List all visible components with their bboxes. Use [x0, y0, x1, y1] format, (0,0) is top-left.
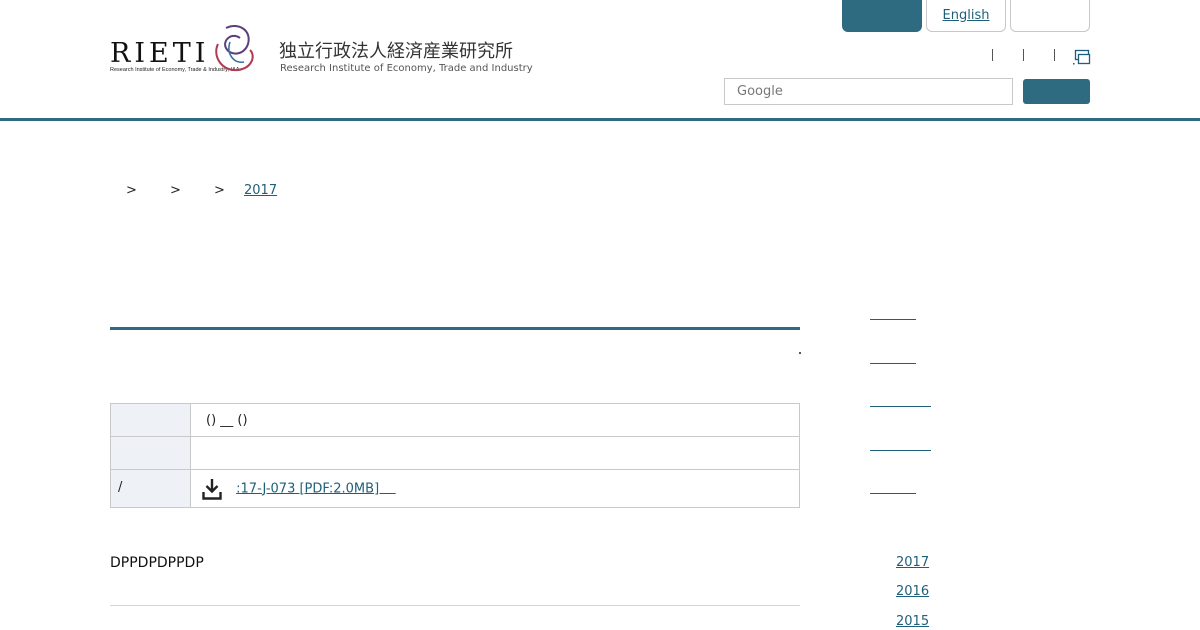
sidebar-link[interactable] — [870, 363, 916, 364]
logo-emblem-icon — [215, 25, 254, 72]
section-divider — [110, 605, 800, 606]
org-name-japanese: 独立行政法人経済産業研究所 — [279, 41, 513, 62]
year-link-2015[interactable]: 2015 — [896, 614, 929, 629]
year-link-2016[interactable]: 2016 — [896, 584, 929, 599]
rieti-logo[interactable]: RIETI Research Institute of Economy, Tra… — [108, 22, 258, 77]
utility-separator — [992, 49, 993, 61]
table-row: () __ () — [110, 403, 800, 437]
site-header: RIETI Research Institute of Economy, Tra… — [0, 0, 1200, 121]
table-row — [110, 436, 800, 470]
table-row: / :17-J-073 [PDF:2.0MB] — [110, 469, 800, 508]
table-header-cell — [110, 403, 191, 437]
sidebar-link[interactable] — [870, 450, 931, 451]
search-input[interactable] — [724, 78, 1013, 105]
pdf-download-link[interactable]: :17-J-073 [PDF:2.0MB] — [236, 481, 396, 496]
table-header-cell: / — [110, 469, 191, 508]
sidebar-link[interactable] — [870, 493, 916, 494]
table-header-cell — [110, 436, 191, 470]
year-link-2017[interactable]: 2017 — [896, 555, 929, 570]
utility-separator — [1054, 49, 1055, 61]
search-button[interactable] — [1023, 79, 1090, 104]
dot-mark — [799, 352, 801, 354]
breadcrumb-separator: > — [214, 183, 225, 198]
english-button[interactable]: English — [926, 0, 1006, 32]
logo-text: RIETI — [110, 38, 210, 69]
english-link[interactable]: English — [943, 8, 990, 23]
utility-separator — [1023, 49, 1024, 61]
paper-info-table: () __ () / :17-J-073 [PDF:2.0MB] — [110, 403, 800, 508]
breadcrumb-separator: > — [126, 183, 137, 198]
table-value-cell — [190, 436, 800, 470]
breadcrumb-year-link[interactable]: 2017 — [244, 183, 277, 198]
author-cell: () __ () — [190, 403, 800, 437]
header-third-button[interactable] — [1010, 0, 1090, 32]
window-icon[interactable] — [1073, 49, 1091, 65]
breadcrumb-separator: > — [170, 183, 181, 198]
download-icon[interactable] — [202, 478, 222, 500]
sidebar-link[interactable] — [870, 406, 931, 407]
sidebar-link[interactable] — [870, 319, 916, 320]
title-rule — [110, 327, 800, 330]
header-primary-button[interactable] — [842, 0, 922, 32]
abstract-text: DPPDPDPPDP — [110, 555, 204, 571]
org-name-english: Research Institute of Economy, Trade and… — [280, 63, 533, 74]
download-cell: :17-J-073 [PDF:2.0MB] — [190, 469, 800, 508]
